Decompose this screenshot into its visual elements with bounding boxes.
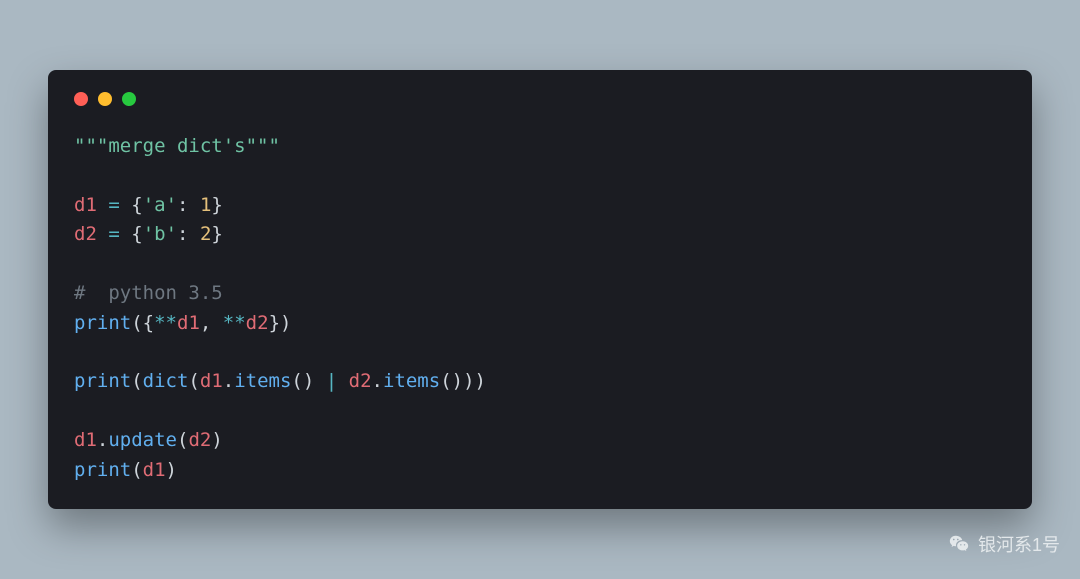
var-d2: d2 — [349, 370, 372, 392]
paren: ) — [166, 459, 177, 481]
paren: ( — [131, 312, 142, 334]
minimize-icon — [98, 92, 112, 106]
comma: , — [200, 312, 223, 334]
var-d2: d2 — [74, 223, 97, 245]
code-window: """merge dict's""" d1 = {'a': 1} d2 = {'… — [48, 70, 1032, 509]
fn-dict: dict — [143, 370, 189, 392]
dot: . — [97, 429, 108, 451]
var-d2: d2 — [246, 312, 269, 334]
comment: # python 3.5 — [74, 282, 223, 304]
fn-print: print — [74, 370, 131, 392]
var-d1: d1 — [74, 429, 97, 451]
brace: } — [211, 194, 222, 216]
method-items: items — [234, 370, 291, 392]
dot: . — [372, 370, 383, 392]
fn-print: print — [74, 312, 131, 334]
code-block: """merge dict's""" d1 = {'a': 1} d2 = {'… — [74, 132, 1006, 485]
brace: } — [269, 312, 280, 334]
op-star2: ** — [223, 312, 246, 334]
paren: ) — [475, 370, 486, 392]
var-d2: d2 — [188, 429, 211, 451]
key: 'b' — [143, 223, 177, 245]
wechat-icon — [948, 533, 970, 555]
paren: ( — [131, 459, 142, 481]
call: () — [291, 370, 314, 392]
paren: ) — [211, 429, 222, 451]
brace: { — [143, 312, 154, 334]
op-star2: ** — [154, 312, 177, 334]
window-traffic-lights — [74, 92, 1006, 106]
paren: ( — [131, 370, 142, 392]
op-assign: = — [108, 194, 119, 216]
zoom-icon — [122, 92, 136, 106]
brace: { — [131, 223, 142, 245]
colon: : — [177, 194, 188, 216]
var-d1: d1 — [143, 459, 166, 481]
watermark: 银河系1号 — [948, 531, 1060, 557]
method-items: items — [383, 370, 440, 392]
dot: . — [223, 370, 234, 392]
close-icon — [74, 92, 88, 106]
brace: { — [131, 194, 142, 216]
fn-print: print — [74, 459, 131, 481]
colon: : — [177, 223, 188, 245]
key: 'a' — [143, 194, 177, 216]
paren: ) — [280, 312, 291, 334]
paren: ( — [177, 429, 188, 451]
var-d1: d1 — [74, 194, 97, 216]
paren: ( — [188, 370, 199, 392]
op-pipe: | — [314, 370, 348, 392]
method-update: update — [108, 429, 177, 451]
op-assign: = — [108, 223, 119, 245]
docstring: """merge dict's""" — [74, 135, 280, 157]
var-d1: d1 — [177, 312, 200, 334]
num: 2 — [200, 223, 211, 245]
call: () — [440, 370, 463, 392]
num: 1 — [200, 194, 211, 216]
watermark-text: 银河系1号 — [978, 531, 1060, 557]
var-d1: d1 — [200, 370, 223, 392]
paren: ) — [463, 370, 474, 392]
brace: } — [211, 223, 222, 245]
